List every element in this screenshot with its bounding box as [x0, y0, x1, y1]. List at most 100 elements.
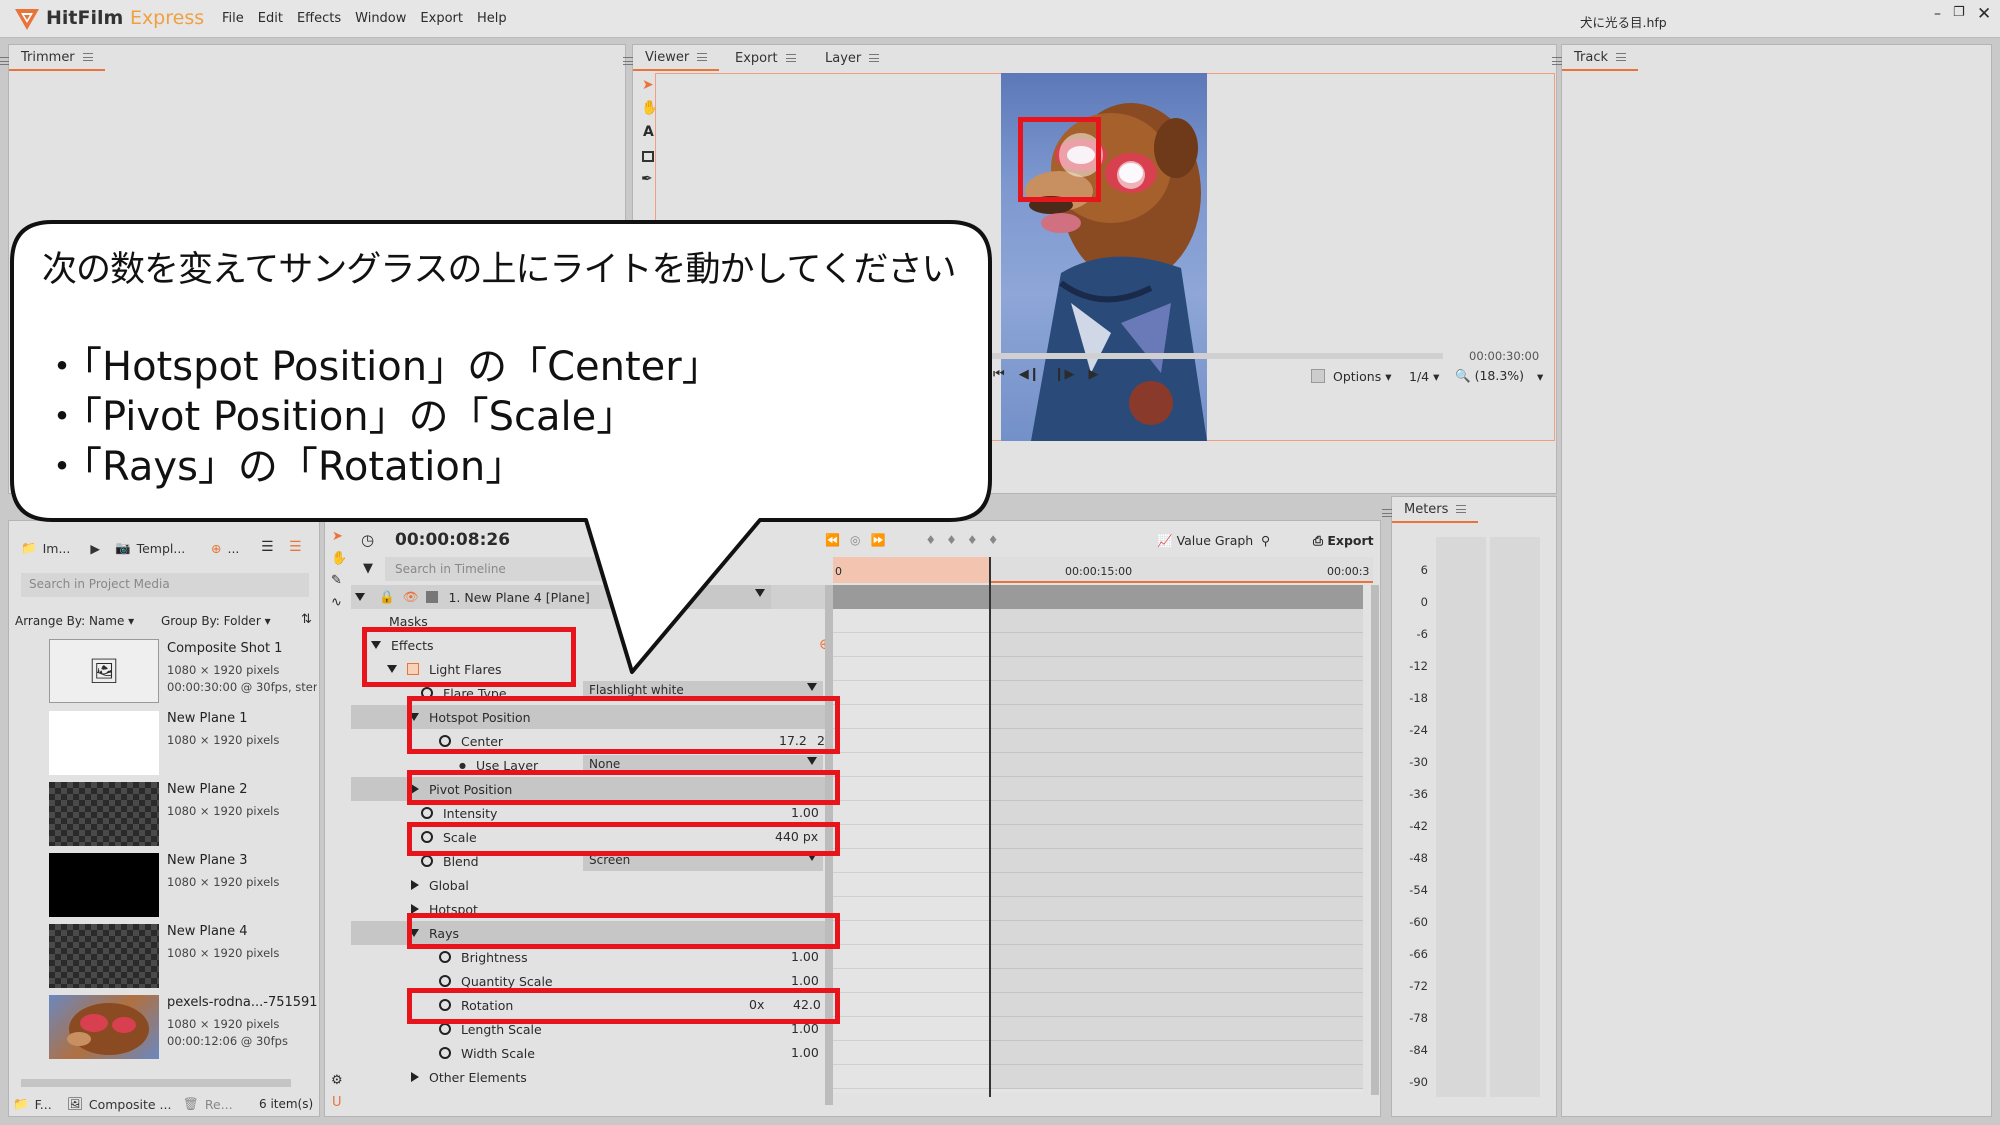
next-keyframe-icon[interactable]: ⏩	[870, 533, 885, 547]
slip-tool-icon[interactable]: ∿	[331, 595, 342, 610]
global-row[interactable]: Global	[351, 873, 849, 897]
menu-file[interactable]: File	[215, 11, 251, 26]
media-search-input[interactable]: Search in Project Media	[21, 573, 309, 597]
width-scale-row[interactable]: Width Scale	[351, 1041, 849, 1065]
zoom-fit-icon[interactable]: ⚲	[1261, 533, 1270, 548]
razor-tool-icon[interactable]: ✎	[331, 573, 342, 588]
value-graph-button[interactable]: 📈 Value Graph	[1157, 533, 1253, 549]
media-thumb-video[interactable]	[49, 995, 159, 1059]
media-item-name[interactable]: Composite Shot 1	[167, 641, 282, 656]
keyframe-icon[interactable]	[439, 975, 451, 987]
templates-button[interactable]: 📷 Templ...	[115, 535, 185, 561]
menu-icon[interactable]	[785, 54, 796, 62]
sort-icon[interactable]: ⇅	[301, 612, 312, 627]
tab-viewer[interactable]: Viewer	[633, 45, 720, 71]
filter-icon[interactable]: ▼	[363, 561, 373, 576]
options-dropdown[interactable]: Options ▾	[1333, 369, 1391, 384]
lock-icon[interactable]: 🔒	[379, 589, 395, 605]
new-composite-button[interactable]: 🖼 Composite ...	[67, 1091, 171, 1117]
quantity-scale-value[interactable]: 1.00	[791, 973, 819, 988]
select-tool-icon[interactable]: ➤	[332, 529, 343, 544]
timeline-search-input[interactable]: Search in Timeline	[385, 557, 645, 581]
marker-icon[interactable]: ♦	[988, 533, 999, 547]
brightness-value[interactable]: 1.00	[791, 949, 819, 964]
magnet-icon[interactable]: U	[332, 1095, 342, 1110]
add-keyframe-icon[interactable]: ◎	[850, 533, 860, 547]
viewer-more-dropdown[interactable]: ▾	[1537, 369, 1543, 384]
layer-bar[interactable]	[833, 585, 1363, 609]
expand-icon[interactable]	[411, 1072, 419, 1082]
menu-export[interactable]: Export	[413, 11, 470, 26]
media-thumb-plane4[interactable]	[49, 924, 159, 988]
close-button[interactable]: ✕	[1977, 4, 1991, 24]
menu-icon[interactable]	[82, 53, 93, 61]
keyframe-icon[interactable]	[439, 1023, 451, 1035]
media-item-name[interactable]: New Plane 3	[167, 853, 248, 868]
keyframe-icon[interactable]	[421, 855, 433, 867]
menu-edit[interactable]: Edit	[251, 11, 290, 26]
settings-icon[interactable]: ⚙	[331, 1073, 343, 1088]
viewer-toggle-icon[interactable]	[1311, 369, 1325, 383]
layer-blend-dropdown[interactable]: ne	[651, 585, 771, 609]
menu-effects[interactable]: Effects	[290, 11, 348, 26]
tab-meters[interactable]: Meters	[1392, 497, 1479, 523]
panel-menu-icon[interactable]	[623, 57, 633, 65]
keyframe-icon[interactable]	[439, 1047, 451, 1059]
remove-button[interactable]: 🗑 Re...	[183, 1091, 233, 1117]
tab-layer[interactable]: Layer	[813, 45, 891, 71]
tab-track[interactable]: Track	[1562, 45, 1639, 71]
media-thumb-composite[interactable]: 🖼	[49, 639, 159, 703]
select-tool-icon[interactable]: ➤	[642, 77, 654, 93]
tab-export[interactable]: Export	[723, 45, 808, 71]
menu-window[interactable]: Window	[348, 11, 413, 26]
media-scrollbar[interactable]	[21, 1079, 291, 1087]
visibility-icon[interactable]: 👁	[403, 589, 419, 605]
intensity-value[interactable]: 1.00	[791, 805, 819, 820]
menu-icon[interactable]	[1456, 505, 1467, 513]
keyframe-icon[interactable]	[421, 807, 433, 819]
keyframe-icon[interactable]	[439, 951, 451, 963]
track-area[interactable]	[833, 585, 1363, 1093]
media-thumb-plane2[interactable]	[49, 782, 159, 846]
restore-button[interactable]: ❐	[1953, 5, 1965, 20]
resolution-dropdown[interactable]: 1/4 ▾	[1409, 369, 1439, 384]
step-back-icon[interactable]: ◀❙	[1019, 367, 1040, 382]
panel-menu-icon[interactable]	[1382, 509, 1392, 517]
menu-icon[interactable]	[1616, 53, 1627, 61]
prev-keyframe-icon[interactable]: ⏪	[825, 533, 840, 547]
expand-icon[interactable]	[355, 593, 365, 601]
playhead[interactable]	[989, 557, 991, 1097]
arrange-dropdown[interactable]: Arrange By: Name ▾	[15, 614, 134, 628]
media-item-name[interactable]: New Plane 2	[167, 782, 248, 797]
panel-menu-icon[interactable]	[0, 57, 9, 65]
media-item-name[interactable]: New Plane 1	[167, 711, 248, 726]
step-forward-icon[interactable]: ❙▶	[1054, 367, 1075, 382]
expand-icon[interactable]	[411, 880, 419, 890]
rectangle-tool-icon[interactable]	[642, 151, 654, 162]
menu-help[interactable]: Help	[470, 11, 514, 26]
timeline-ruler[interactable]: 0 00:00:15:00 00:00:3	[833, 557, 1373, 583]
menu-icon[interactable]	[869, 54, 880, 62]
track-scrollbar[interactable]	[1371, 585, 1379, 1095]
new-folder-button[interactable]: 📁 F...	[13, 1091, 52, 1117]
media-item-name[interactable]: New Plane 4	[167, 924, 248, 939]
import-button[interactable]: 📁 Im... ▶	[21, 535, 100, 561]
export-button[interactable]: ⎙ Export	[1313, 533, 1374, 549]
list-view-icon[interactable]: ☰	[261, 539, 274, 555]
layer-row[interactable]: 🔒 👁 1. New Plane 4 [Plane]	[351, 585, 849, 609]
marker-icon[interactable]: ♦	[925, 533, 936, 547]
skip-start-icon[interactable]: ⏮	[993, 367, 1005, 382]
hand-tool-icon[interactable]: ✋	[331, 551, 347, 566]
scrub-bar[interactable]	[963, 353, 1443, 359]
text-tool-icon[interactable]: A	[643, 124, 654, 140]
tab-trimmer[interactable]: Trimmer	[9, 45, 105, 71]
media-thumb-plane1[interactable]	[49, 711, 159, 775]
other-elements-row[interactable]: Other Elements	[351, 1065, 849, 1089]
media-item-name[interactable]: pexels-rodna...-7515910.mp	[167, 995, 317, 1010]
play-icon[interactable]: ▶	[1088, 367, 1098, 382]
pen-tool-icon[interactable]: ✒	[641, 171, 653, 187]
panel-menu-icon[interactable]	[1552, 57, 1562, 65]
zoom-dropdown[interactable]: 🔍 (18.3%)	[1455, 368, 1524, 384]
detail-view-icon[interactable]: ☰	[289, 539, 302, 555]
group-dropdown[interactable]: Group By: Folder ▾	[161, 614, 271, 628]
